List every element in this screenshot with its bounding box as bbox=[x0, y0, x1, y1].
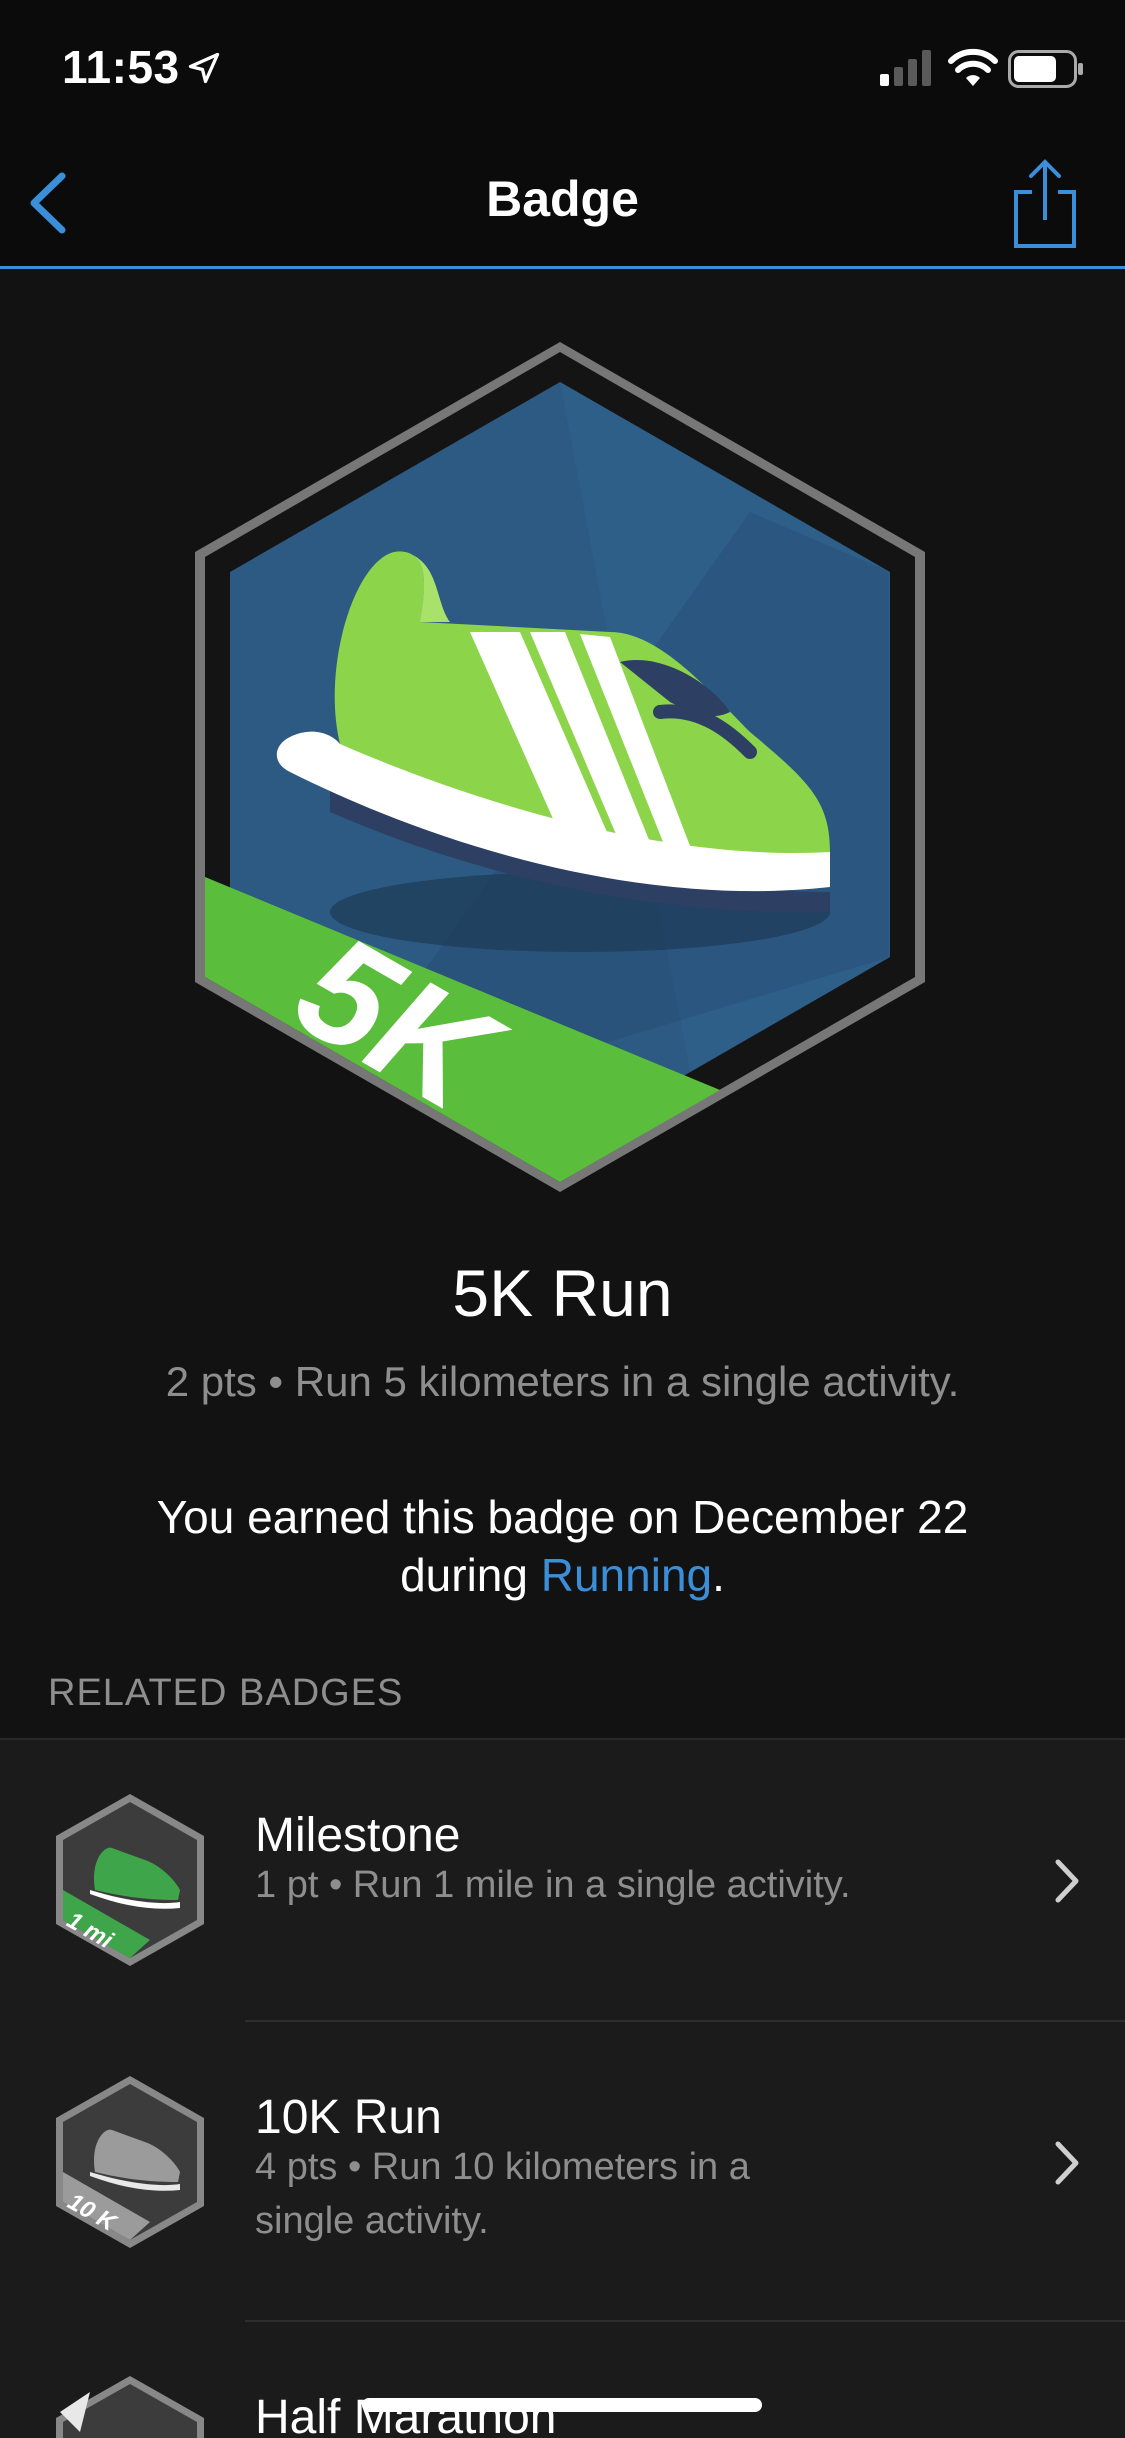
related-badges-header: RELATED BADGES bbox=[48, 1672, 404, 1714]
half-marathon-badge-icon bbox=[56, 2376, 204, 2438]
battery-icon bbox=[1008, 50, 1083, 88]
share-icon[interactable] bbox=[1010, 158, 1080, 250]
10k-run-badge-icon: 10 K bbox=[56, 2076, 204, 2248]
milestone-badge-icon: 1 mi bbox=[56, 1794, 204, 1966]
related-badge-title: 10K Run bbox=[255, 2091, 442, 2144]
status-bar: 11:53 bbox=[0, 0, 1125, 140]
related-badge-description: 1 pt • Run 1 mile in a single activity. bbox=[255, 1864, 851, 1906]
badge-title: 5K Run bbox=[452, 1256, 673, 1330]
related-badges-list: 1 mi Milestone 1 pt • Run 1 mile in a si… bbox=[0, 1738, 1125, 2438]
navigation-bar: Badge bbox=[0, 140, 1125, 269]
earned-message: You earned this badge on December 22 dur… bbox=[90, 1488, 1035, 1604]
wifi-icon bbox=[948, 48, 998, 86]
related-badge-title: Milestone bbox=[255, 1809, 461, 1862]
activity-link[interactable]: Running bbox=[541, 1549, 712, 1601]
earned-suffix: . bbox=[712, 1549, 725, 1601]
related-badge-description: 4 pts • Run 10 kilometers in a single ac… bbox=[255, 2146, 750, 2242]
list-item[interactable]: Half Marathon bbox=[0, 2322, 1125, 2438]
badge-5k-run-image: 5K bbox=[195, 342, 925, 1192]
list-item[interactable]: 1 mi Milestone 1 pt • Run 1 mile in a si… bbox=[0, 1740, 1125, 2022]
home-indicator[interactable] bbox=[362, 2398, 762, 2412]
chevron-right-icon bbox=[1055, 2141, 1079, 2185]
status-time: 11:53 bbox=[62, 41, 180, 93]
cellular-signal-icon bbox=[880, 50, 931, 86]
location-arrow-icon bbox=[188, 52, 220, 84]
chevron-right-icon bbox=[1055, 1859, 1079, 1903]
list-item[interactable]: 10 K 10K Run 4 pts • Run 10 kilometers i… bbox=[0, 2022, 1125, 2322]
page-title: Badge bbox=[486, 171, 639, 227]
badge-description: 2 pts • Run 5 kilometers in a single act… bbox=[165, 1358, 960, 1405]
